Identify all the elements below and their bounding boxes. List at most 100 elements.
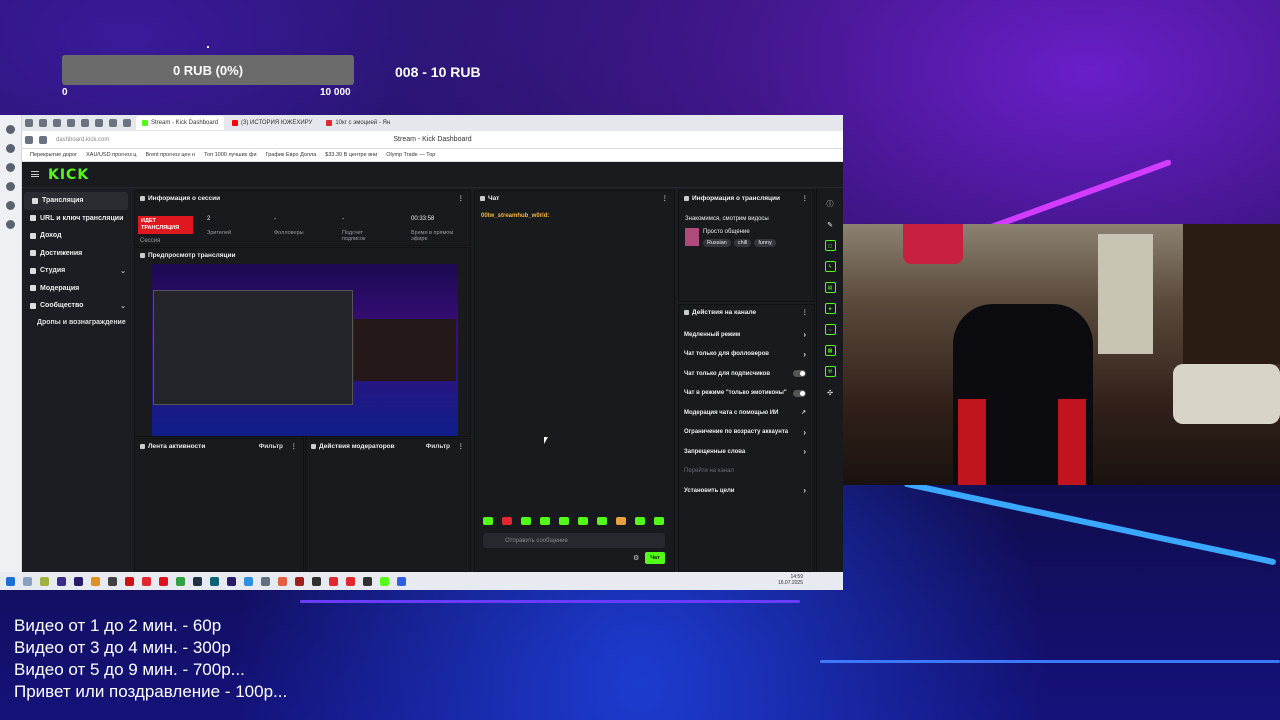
emote-icon[interactable] <box>616 517 626 525</box>
tab-yandex[interactable]: 10кг с эмоцией - Ян <box>320 116 396 130</box>
rail-icon[interactable]: ▤ <box>824 282 836 293</box>
app-icon[interactable] <box>57 576 66 586</box>
move-icon[interactable] <box>140 443 145 449</box>
sidebar-item-stream[interactable]: Трансляция <box>24 192 128 210</box>
kick-logo[interactable]: KICK <box>48 167 89 183</box>
emote-icon[interactable] <box>502 517 512 525</box>
info-icon[interactable]: ⓘ <box>825 198 836 209</box>
bookmark[interactable]: Топ 1000 лучших фи <box>204 152 256 158</box>
move-icon[interactable] <box>140 195 145 201</box>
sidebar-item-income[interactable]: Доход <box>22 227 130 245</box>
emote-icon[interactable] <box>559 517 569 525</box>
nav-icon[interactable] <box>53 119 61 127</box>
app-icon[interactable] <box>40 576 49 586</box>
emote-icon[interactable] <box>540 517 550 525</box>
sidebar-icon[interactable] <box>6 201 15 210</box>
stream-preview-video[interactable] <box>152 264 458 436</box>
banned-words-item[interactable]: Запрещенные слова › <box>679 442 814 462</box>
account-age-item[interactable]: Ограничение по возрасту аккаунта › <box>679 423 814 443</box>
slow-mode-item[interactable]: Медленный режим › <box>679 325 814 345</box>
sidebar-item-drops[interactable]: Дропы и вознаграждение <box>22 315 130 331</box>
menu-icon[interactable] <box>31 171 39 177</box>
move-icon[interactable] <box>480 195 485 201</box>
wrench-icon[interactable]: ⚒ <box>824 366 836 377</box>
sidebar-item-studio[interactable]: Студия ⌄ <box>22 262 130 280</box>
app-icon[interactable] <box>227 576 236 586</box>
app-icon[interactable] <box>346 576 355 586</box>
nav-icon[interactable] <box>81 119 89 127</box>
nav-icon[interactable] <box>67 119 75 127</box>
kick-taskbar-icon[interactable] <box>380 576 389 586</box>
bookmark[interactable]: $33.30 В центре вни <box>325 152 377 158</box>
sidebar-icon[interactable] <box>6 182 15 191</box>
more-icon[interactable]: ⋮ <box>458 194 465 202</box>
sidebar-icon[interactable] <box>6 163 15 172</box>
chat-bubble-icon[interactable]: ● <box>824 303 836 314</box>
move-icon[interactable] <box>140 252 145 258</box>
go-to-channel-item[interactable]: Перейти на канал <box>679 462 814 482</box>
nav-icon[interactable] <box>25 119 33 127</box>
filter-button[interactable]: Фильтр <box>259 443 283 450</box>
emotes-only-toggle[interactable] <box>793 389 806 397</box>
sidebar-item-moderation[interactable]: Модерация <box>22 280 130 298</box>
app-icon[interactable] <box>108 576 117 586</box>
gear-icon[interactable]: ⚙ <box>633 554 639 562</box>
sidebar-item-achievements[interactable]: Достижения <box>22 245 130 263</box>
app-icon[interactable] <box>23 576 32 586</box>
sidebar-item-community[interactable]: Сообщество ⌄ <box>22 297 130 315</box>
bookmark[interactable]: Olymp Trade — Тор <box>386 152 435 158</box>
app-icon[interactable] <box>261 576 270 586</box>
yandex-icon[interactable] <box>142 576 151 586</box>
nav-icon[interactable] <box>39 119 47 127</box>
profile-icon[interactable] <box>6 125 15 134</box>
ai-moderation-item[interactable]: Модерация чата с помощью ИИ ↗ <box>679 403 814 423</box>
app-icon[interactable] <box>397 576 406 586</box>
emote-icon[interactable] <box>635 517 645 525</box>
send-chat-button[interactable]: Чат <box>645 552 665 564</box>
emote-icon[interactable] <box>483 517 493 525</box>
more-icon[interactable]: ⋮ <box>291 442 298 450</box>
app-icon[interactable] <box>91 576 100 586</box>
app-icon[interactable] <box>210 576 219 586</box>
app-icon[interactable] <box>193 576 202 586</box>
emote-icon[interactable] <box>597 517 607 525</box>
sidebar-icon[interactable] <box>6 220 15 229</box>
sidebar-icon[interactable] <box>6 144 15 153</box>
emote-icon[interactable] <box>654 517 664 525</box>
nav-icon[interactable] <box>109 119 117 127</box>
tab-kick-dashboard[interactable]: Stream - Kick Dashboard <box>136 116 225 130</box>
app-icon[interactable] <box>278 576 287 586</box>
rail-icon[interactable]: ⇔ <box>824 324 836 335</box>
nav-icon[interactable] <box>123 119 131 127</box>
system-clock[interactable]: 14:59 16.07.2025 <box>778 574 803 586</box>
opera-icon[interactable] <box>159 576 168 586</box>
subscribers-only-toggle[interactable] <box>793 370 806 378</box>
app-icon[interactable] <box>363 576 372 586</box>
rail-icon[interactable]: ◻ <box>824 240 836 251</box>
app-icon[interactable] <box>295 576 304 586</box>
emote-icon[interactable] <box>521 517 531 525</box>
pencil-icon[interactable]: ✎ <box>825 219 836 230</box>
start-icon[interactable] <box>6 576 15 586</box>
emote-icon[interactable] <box>578 517 588 525</box>
more-icon[interactable]: ⋮ <box>802 194 809 202</box>
bookmark[interactable]: Brent прогноз цен н <box>145 152 195 158</box>
tab-youtube[interactable]: (3) ИСТОРИЯ ЮЖЕХИРУ <box>226 116 318 130</box>
app-icon[interactable] <box>329 576 338 586</box>
chrome-icon[interactable] <box>176 576 185 586</box>
nav-icon[interactable] <box>95 119 103 127</box>
app-icon[interactable] <box>125 576 134 586</box>
more-icon[interactable]: ⋮ <box>802 308 809 316</box>
rail-icon[interactable]: ▦ <box>824 345 836 356</box>
lightning-icon[interactable]: ϟ <box>824 261 836 272</box>
bookmark[interactable]: Перекрытие дорог <box>30 152 77 158</box>
filter-button[interactable]: Фильтр <box>426 443 450 450</box>
app-icon[interactable] <box>244 576 253 586</box>
set-goals-item[interactable]: Установить цели › <box>679 481 814 501</box>
sidebar-item-url-key[interactable]: URL и ключ трансляции <box>22 210 130 228</box>
chat-message-username[interactable]: 00tw_streamhub_w0rld: <box>481 213 549 219</box>
rail-icon[interactable]: ✣ <box>825 387 836 398</box>
app-icon[interactable] <box>74 576 83 586</box>
move-icon[interactable] <box>311 443 316 449</box>
more-icon[interactable]: ⋮ <box>458 442 465 450</box>
